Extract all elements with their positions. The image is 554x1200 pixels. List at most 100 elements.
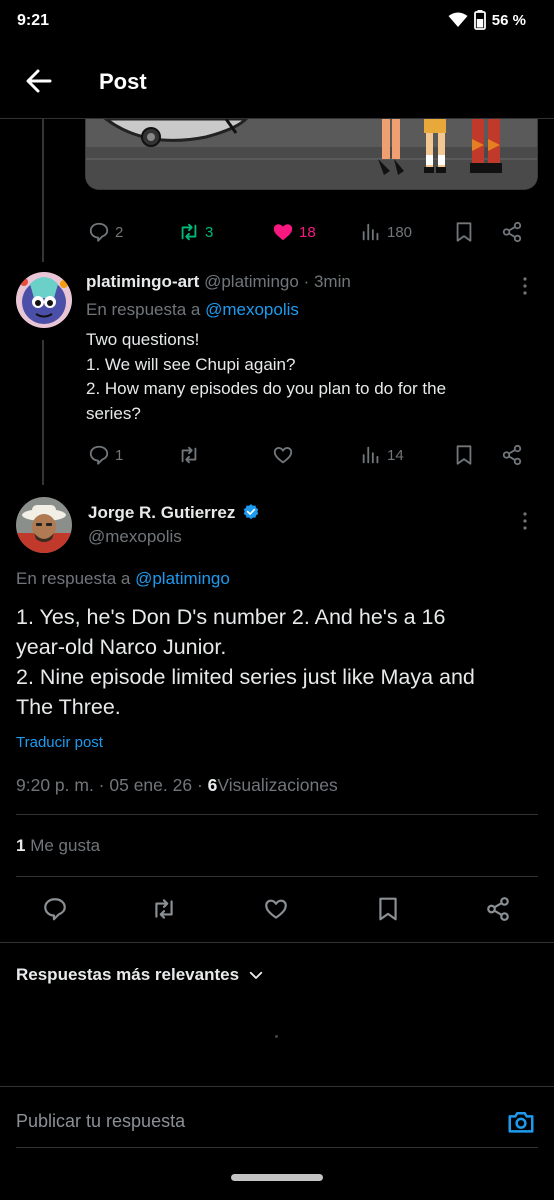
- display-name[interactable]: Jorge R. Gutierrez: [88, 503, 235, 522]
- reply-line: series?: [86, 403, 141, 423]
- camera-icon: [508, 1112, 534, 1133]
- thread-line: [42, 340, 44, 485]
- repost-icon: [181, 223, 197, 241]
- post-line: year-old Narco Junior.: [16, 635, 227, 659]
- more-vertical-icon: [523, 277, 527, 295]
- post-line: The Three.: [16, 695, 121, 719]
- camera-button[interactable]: [506, 1107, 536, 1137]
- divider: [0, 1086, 554, 1087]
- repost-button[interactable]: [178, 444, 200, 466]
- post-time: · 3min: [303, 272, 351, 291]
- replying-to-label: En respuesta a: [86, 300, 201, 319]
- like-button[interactable]: [272, 444, 294, 466]
- reply-line: 2. How many episodes do you plan to do f…: [86, 379, 447, 398]
- reply-button[interactable]: 1: [88, 444, 123, 466]
- likes-number: 1: [16, 836, 26, 855]
- reply-count: 1: [115, 446, 124, 464]
- translate-post-link[interactable]: Traducir post: [16, 734, 103, 751]
- repost-count: 3: [205, 223, 214, 241]
- post-line: 2. Nine episode limited series just like…: [16, 665, 475, 689]
- like-count: 18: [299, 223, 316, 241]
- handle[interactable]: @mexopolis: [88, 527, 182, 547]
- bookmark-button[interactable]: [453, 221, 475, 243]
- replies-sort-dropdown[interactable]: Respuestas más relevantes: [16, 965, 265, 985]
- views-number: 6: [207, 775, 218, 795]
- arrow-left-icon: [26, 69, 52, 93]
- bookmark-button[interactable]: [453, 444, 475, 466]
- replying-to: En respuesta a @platimingo: [16, 569, 230, 589]
- bookmark-icon: [456, 222, 472, 242]
- post-meta: 9:20 p. m. · 05 ene. 26 · 6Visualizacion…: [16, 775, 338, 796]
- loading-indicator: [275, 1035, 278, 1038]
- replying-to-link[interactable]: @mexopolis: [205, 300, 299, 319]
- share-icon: [502, 221, 522, 243]
- bookmark-button[interactable]: [375, 896, 401, 922]
- status-indicators: 56 %: [448, 10, 526, 30]
- battery-icon: [473, 10, 486, 30]
- views-count: 180: [387, 223, 413, 241]
- display-name[interactable]: platimingo-art: [86, 272, 199, 291]
- likes-label: Me gusta: [30, 836, 101, 855]
- battery-percent: 56 %: [491, 11, 526, 29]
- repost-button[interactable]: 3: [178, 221, 213, 243]
- bookmark-icon: [456, 445, 472, 465]
- comment-icon: [89, 222, 109, 242]
- reply-line: Two questions!: [86, 330, 200, 349]
- post-media-image[interactable]: [85, 119, 538, 190]
- views-button[interactable]: 180: [360, 221, 412, 243]
- repost-icon: [181, 446, 197, 464]
- avatar-image: [16, 497, 72, 553]
- comment-icon: [44, 898, 66, 921]
- wifi-icon: [448, 12, 468, 27]
- share-button[interactable]: [485, 896, 511, 922]
- more-options-button[interactable]: [513, 274, 537, 298]
- divider: [16, 814, 538, 815]
- status-time: 9:21: [17, 12, 50, 29]
- avatar[interactable]: [16, 497, 72, 553]
- reply-button[interactable]: 2: [88, 221, 123, 243]
- heart-filled-icon: [273, 224, 293, 241]
- author-name-row: Jorge R. Gutierrez: [88, 503, 260, 523]
- share-button[interactable]: [501, 444, 523, 466]
- replies-sort-label: Respuestas más relevantes: [16, 965, 240, 984]
- bookmark-icon: [379, 897, 397, 921]
- replying-to: En respuesta a @mexopolis: [86, 300, 299, 320]
- repost-button[interactable]: [151, 896, 177, 922]
- post-timestamp: 9:20 p. m. · 05 ene. 26 ·: [16, 775, 203, 795]
- post-line: 1. Yes, he's Don D's number 2. And he's …: [16, 605, 446, 629]
- views-count: 14: [387, 446, 404, 464]
- like-button[interactable]: 18: [272, 221, 316, 243]
- home-gesture-bar[interactable]: [231, 1174, 323, 1181]
- more-vertical-icon: [523, 512, 527, 530]
- avatar-image: [16, 272, 72, 328]
- views-button[interactable]: 14: [360, 444, 404, 466]
- views-label: Visualizaciones: [217, 775, 338, 795]
- page-title: Post: [99, 69, 147, 94]
- repost-icon: [155, 899, 173, 919]
- reply-button[interactable]: [42, 896, 68, 922]
- share-button[interactable]: [501, 221, 523, 243]
- reply-count: 2: [115, 223, 124, 241]
- composer-underline: [16, 1147, 538, 1148]
- views-icon: [362, 446, 379, 464]
- back-button[interactable]: [24, 66, 54, 96]
- avatar[interactable]: [16, 272, 72, 328]
- reply-line: 1. We will see Chupi again?: [86, 354, 296, 374]
- more-options-button[interactable]: [513, 509, 537, 533]
- chevron-down-icon: [249, 971, 263, 979]
- like-button[interactable]: [263, 896, 289, 922]
- post-body: 1. Yes, he's Don D's number 2. And he's …: [16, 602, 541, 722]
- replying-to-link[interactable]: @platimingo: [135, 569, 230, 588]
- comment-icon: [89, 445, 109, 465]
- divider: [16, 876, 538, 877]
- likes-summary[interactable]: 1 Me gusta: [16, 836, 100, 856]
- handle[interactable]: @platimingo: [204, 272, 299, 291]
- reply-header: platimingo-art @platimingo · 3min: [86, 272, 351, 292]
- heart-icon: [273, 447, 293, 464]
- share-icon: [487, 897, 509, 921]
- views-icon: [362, 223, 379, 241]
- reply-composer-input[interactable]: Publicar tu respuesta: [16, 1111, 185, 1132]
- cartoon-illustration: [86, 119, 537, 189]
- thread-line: [42, 119, 44, 262]
- reply-body: Two questions! 1. We will see Chupi agai…: [86, 328, 526, 426]
